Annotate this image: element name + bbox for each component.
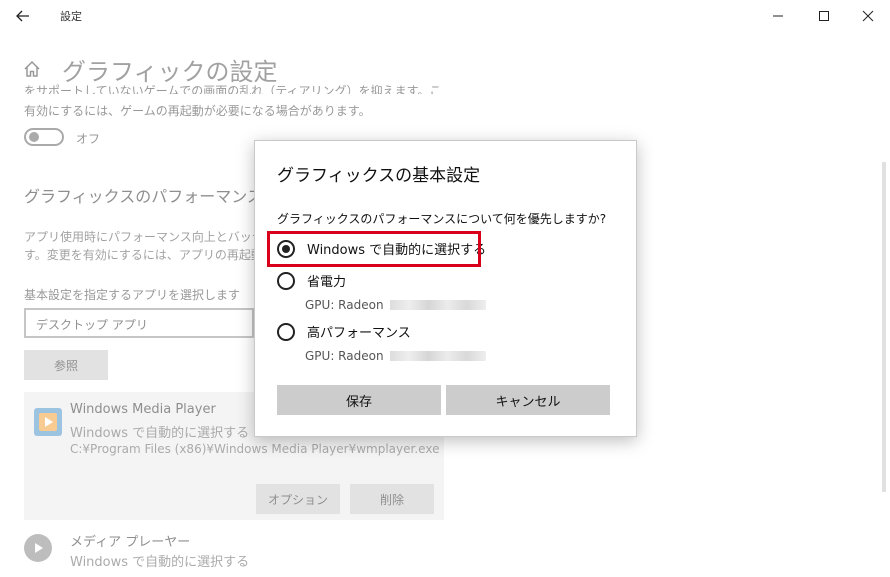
save-button[interactable]: 保存 (277, 385, 441, 415)
app-name: Windows Media Player (70, 402, 216, 417)
windows-media-player-icon (34, 408, 62, 436)
redacted-gpu-name (389, 300, 486, 310)
toggle-knob (29, 132, 39, 142)
radio-button[interactable] (277, 322, 295, 341)
description-text: をサポートしていないゲームでの画面の乱れ（ティアリング）を抑えます。この処理を (24, 84, 442, 94)
radio-label: 省電力 (307, 275, 347, 290)
back-arrow-icon[interactable] (0, 0, 46, 32)
cancel-button[interactable]: キャンセル (446, 385, 610, 415)
delete-button[interactable]: 削除 (350, 484, 434, 514)
radio-option-power-saving[interactable]: 省電力 (277, 271, 346, 290)
dialog-title: グラフィックスの基本設定 (277, 166, 481, 186)
radio-button[interactable] (277, 271, 295, 290)
window-title: 設定 (60, 10, 82, 23)
toggle-switch[interactable] (24, 128, 64, 146)
minimize-icon[interactable] (755, 0, 801, 32)
gpu-label: GPU: Radeon (305, 298, 384, 312)
radio-label: 高パフォーマンス (307, 326, 411, 341)
app-setting: Windows で自動的に選択する (70, 426, 250, 441)
scrollbar[interactable] (882, 162, 886, 492)
dialog-question: グラフィックスのパフォーマンスについて何を優先しますか? (277, 212, 607, 226)
gpu-label: GPU: Radeon (305, 349, 384, 363)
description-text: 有効にするには、ゲームの再起動が必要になる場合があります。 (24, 104, 371, 118)
app-path: C:¥Program Files (x86)¥Windows Media Pla… (70, 442, 440, 456)
app-setting: Windows で自動的に選択する (70, 555, 250, 570)
app-select-label: 基本設定を指定するアプリを選択します (24, 288, 241, 302)
browse-button[interactable]: 参照 (24, 350, 108, 380)
options-button[interactable]: オプション (256, 484, 340, 514)
toggle-label: オフ (76, 132, 101, 146)
play-icon (35, 543, 43, 553)
title-bar: 設定 (0, 0, 890, 32)
close-icon[interactable] (845, 0, 890, 32)
highlight-box (267, 231, 481, 267)
page-title: グラフィックの設定 (62, 58, 278, 86)
home-icon[interactable] (22, 59, 42, 79)
gpu-info: GPU: Radeon (305, 298, 486, 312)
app-name[interactable]: メディア プレーヤー (70, 531, 190, 550)
maximize-icon[interactable] (801, 0, 847, 32)
section-description: す。変更を有効にするには、アプリの再起動が (24, 248, 275, 262)
redacted-gpu-name (389, 351, 486, 361)
radio-option-high-performance[interactable]: 高パフォーマンス (277, 322, 411, 341)
graphics-preference-dialog: グラフィックスの基本設定 グラフィックスのパフォーマンスについて何を優先しますか… (254, 140, 637, 437)
gpu-info: GPU: Radeon (305, 349, 486, 363)
play-icon (45, 417, 53, 427)
media-player-icon (24, 534, 52, 562)
section-description: アプリ使用時にパフォーマンス向上とバッテリー (24, 230, 288, 244)
app-type-dropdown[interactable]: デスクトップ アプリ (24, 308, 254, 338)
